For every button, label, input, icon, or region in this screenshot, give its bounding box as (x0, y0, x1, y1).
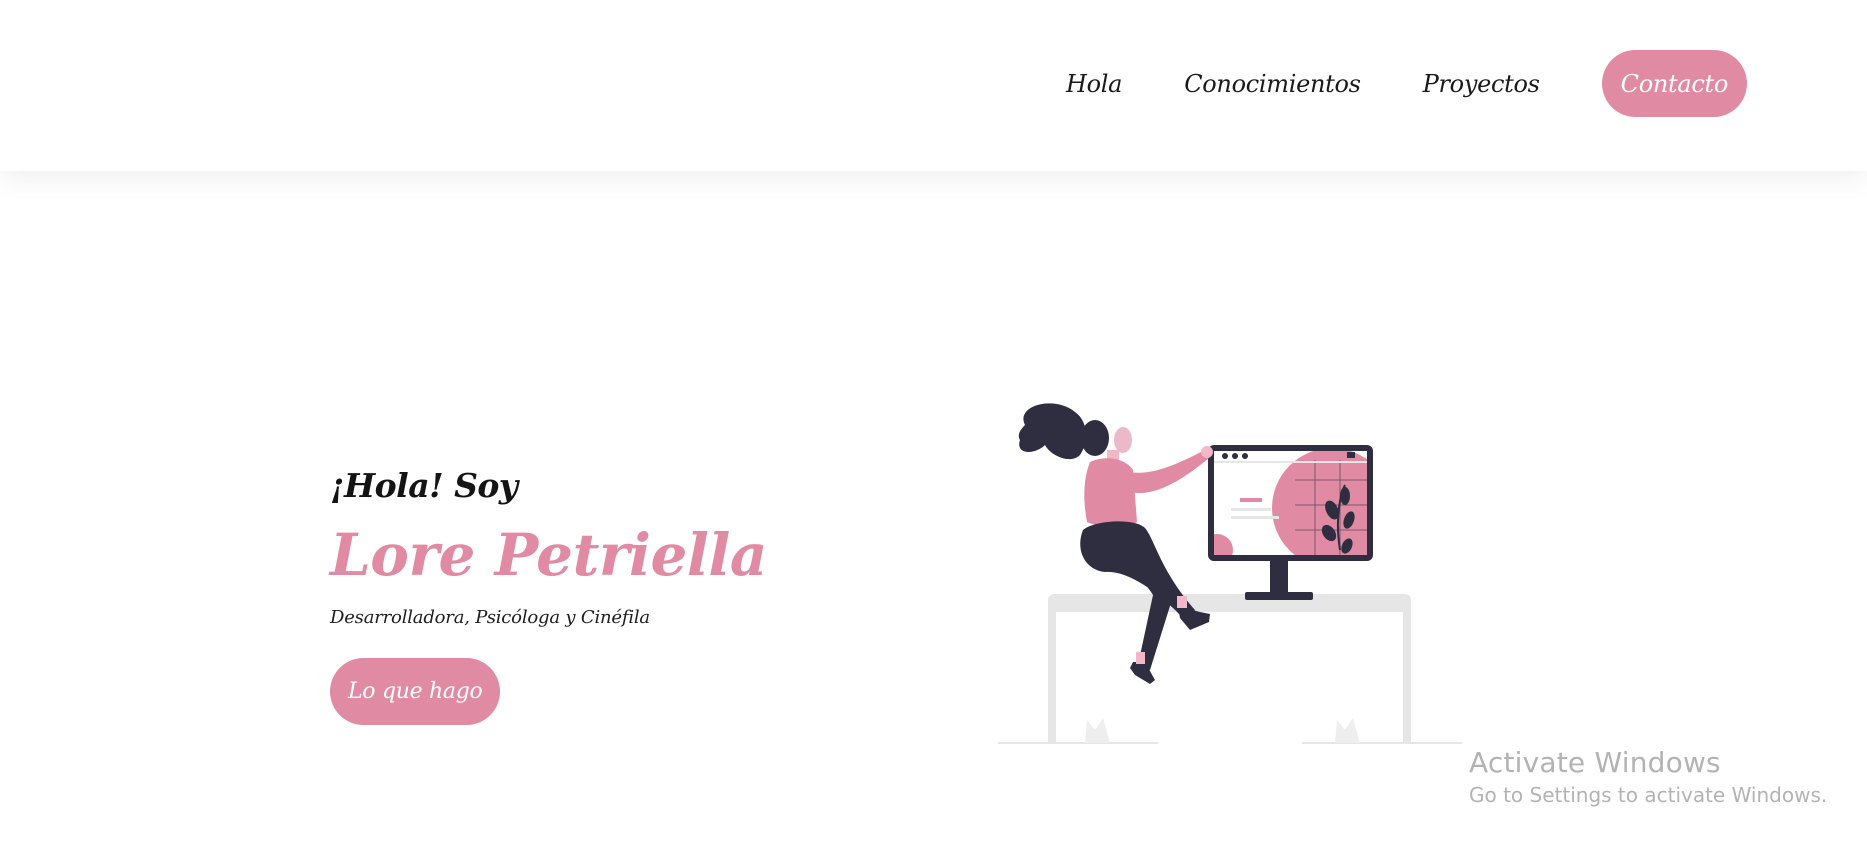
nav-link-conocimientos[interactable]: Conocimientos (1184, 70, 1361, 98)
contact-button[interactable]: Contacto (1601, 50, 1747, 117)
hero-section: ¡Hola! Soy Lore Petriella Desarrolladora… (330, 466, 768, 725)
hero-tagline: Desarrolladora, Psicóloga y Cinéfila (330, 607, 650, 628)
nav-link-hola[interactable]: Hola (1066, 70, 1122, 98)
hero-name: Lore Petriella (330, 521, 768, 589)
what-i-do-button[interactable]: Lo que hago (330, 658, 501, 725)
hero-greeting: ¡Hola! Soy (330, 466, 518, 505)
site-header: Hola Conocimientos Proyectos Contacto (0, 0, 1867, 171)
windows-activation-watermark: Activate Windows Go to Settings to activ… (1469, 746, 1827, 807)
watermark-title: Activate Windows (1469, 746, 1721, 779)
woman-at-computer-illustration (998, 403, 1462, 744)
watermark-subtitle: Go to Settings to activate Windows. (1469, 783, 1828, 807)
nav-link-proyectos[interactable]: Proyectos (1423, 70, 1540, 98)
main-nav: Hola Conocimientos Proyectos Contacto (1066, 50, 1747, 117)
